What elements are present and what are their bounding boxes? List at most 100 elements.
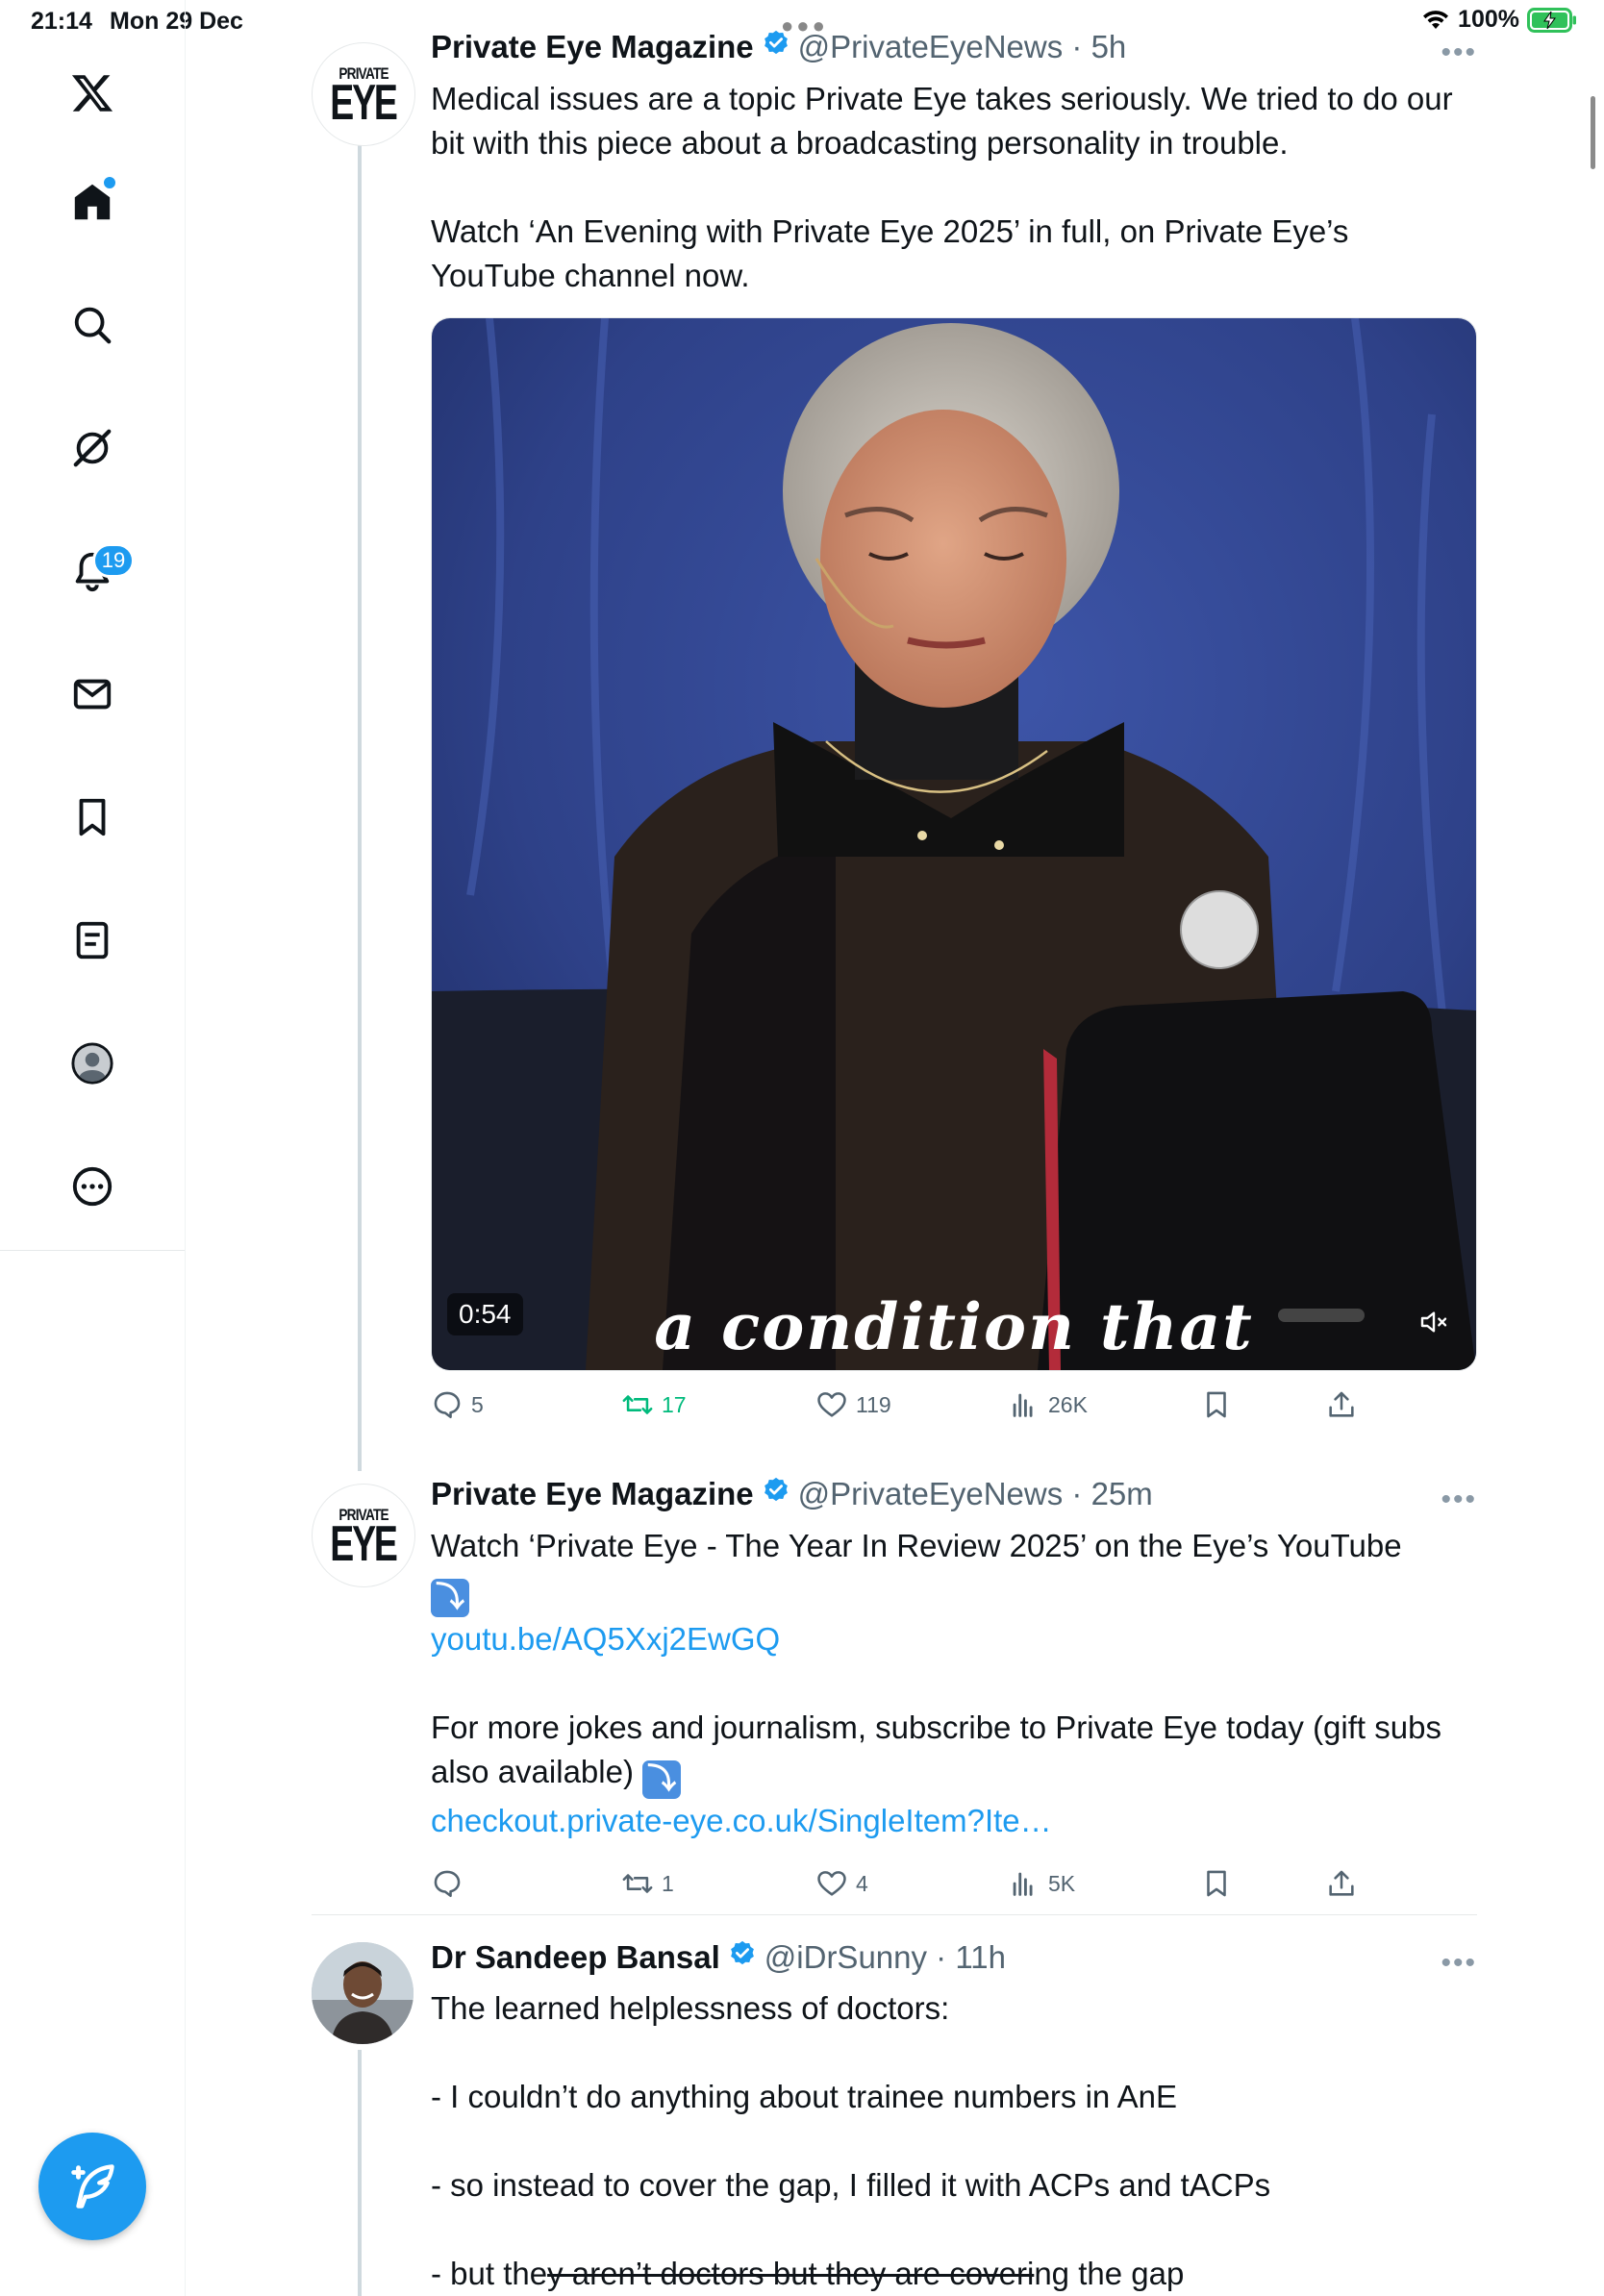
- notifications-badge: 19: [92, 543, 135, 578]
- youtube-link[interactable]: youtu.be/AQ5Xxj2EwGQ: [431, 1621, 780, 1657]
- reply-button[interactable]: 5: [431, 1388, 484, 1421]
- post-text-line: The learned helplessness of doctors:: [431, 1990, 950, 2026]
- post-text-line: For more jokes and journalism, subscribe…: [431, 1710, 1451, 1789]
- down-arrow-emoji: ⤵: [642, 1760, 682, 1799]
- repost-button[interactable]: 17: [621, 1388, 687, 1421]
- post-text-line: - but they aren’t doctors but they are c…: [431, 2256, 1184, 2291]
- author-handle[interactable]: @iDrSunny: [764, 1939, 927, 1976]
- more-options-icon[interactable]: •••: [1441, 1947, 1477, 1980]
- more-menu-icon[interactable]: [65, 1160, 119, 1213]
- post-header: Dr Sandeep Bansal @iDrSunny · 11h: [431, 1939, 1006, 1976]
- more-options-icon[interactable]: •••: [1441, 37, 1477, 69]
- author-avatar[interactable]: [312, 1942, 414, 2044]
- author-avatar[interactable]: PRIVATE EYE: [312, 42, 415, 146]
- like-button[interactable]: 4: [815, 1867, 868, 1900]
- reply-icon: [434, 1391, 461, 1419]
- like-button[interactable]: 119: [815, 1388, 891, 1421]
- repost-count: 17: [662, 1391, 687, 1417]
- views-count: 5K: [1048, 1870, 1076, 1896]
- video-frame: [432, 318, 1476, 1370]
- like-count: 4: [856, 1870, 868, 1896]
- views-button[interactable]: 5K: [1008, 1867, 1075, 1900]
- down-arrow-emoji: ⤵: [431, 1579, 469, 1617]
- status-right: 100%: [1421, 6, 1577, 34]
- post-header: Private Eye Magazine @PrivateEyeNews · 5…: [431, 29, 1126, 65]
- messages-icon[interactable]: [65, 667, 119, 721]
- battery-charging-icon: [1527, 7, 1576, 33]
- author-handle[interactable]: @PrivateEyeNews: [798, 1476, 1064, 1512]
- post-header: Private Eye Magazine @PrivateEyeNews · 2…: [431, 1476, 1153, 1512]
- scrollbar-thumb[interactable]: [1591, 96, 1595, 169]
- post-separator: [312, 1914, 1477, 1915]
- post-actions: 5 17 119 26K: [431, 1388, 1479, 1431]
- reply-icon: [434, 1870, 461, 1898]
- compose-post-button[interactable]: [38, 2133, 146, 2240]
- author-name[interactable]: Private Eye Magazine: [431, 1476, 754, 1512]
- repost-icon: [622, 1395, 653, 1414]
- search-icon[interactable]: [65, 298, 119, 352]
- post-text: The learned helplessness of doctors: - I…: [431, 1986, 1479, 2296]
- share-button[interactable]: [1325, 1867, 1358, 1900]
- bookmarks-icon[interactable]: [65, 790, 119, 844]
- verified-badge-icon: [764, 30, 788, 55]
- like-heart-icon: [817, 1392, 846, 1417]
- bookmark-icon: [1207, 1391, 1226, 1418]
- verified-badge-icon: [730, 1940, 754, 1965]
- views-button[interactable]: 26K: [1008, 1388, 1088, 1421]
- post-actions: 1 4 5K: [431, 1867, 1479, 1909]
- post-text-line: Watch ‘Private Eye - The Year In Review …: [431, 1528, 1402, 1563]
- repost-count: 1: [662, 1870, 674, 1896]
- post-time[interactable]: 11h: [955, 1939, 1006, 1976]
- author-handle[interactable]: @PrivateEyeNews: [798, 29, 1064, 65]
- repost-button[interactable]: 1: [621, 1867, 674, 1900]
- thread-line: [358, 144, 362, 1471]
- repost-icon: [622, 1874, 653, 1893]
- like-heart-icon: [817, 1871, 846, 1896]
- author-avatar[interactable]: PRIVATE EYE: [312, 1484, 415, 1587]
- share-button[interactable]: [1325, 1388, 1358, 1421]
- separator-dot: ·: [1063, 1476, 1091, 1511]
- battery-percent: 100%: [1458, 6, 1519, 33]
- post-text-fragment: - but the: [431, 2256, 548, 2291]
- compose-feather-icon: [71, 2164, 114, 2209]
- post-text-line: - so instead to cover the gap, I filled …: [431, 2167, 1271, 2203]
- lists-icon[interactable]: [65, 913, 119, 967]
- author-photo: [312, 1942, 414, 2044]
- thread-line: [358, 2050, 362, 2296]
- separator-dot: ·: [927, 1939, 956, 1975]
- muted-speaker-icon[interactable]: [1418, 1307, 1449, 1337]
- profile-avatar-icon[interactable]: [65, 1036, 119, 1090]
- grok-icon[interactable]: [65, 421, 119, 475]
- reply-button[interactable]: [431, 1867, 471, 1900]
- author-name[interactable]: Dr Sandeep Bansal: [431, 1939, 720, 1976]
- author-name[interactable]: Private Eye Magazine: [431, 29, 754, 65]
- x-logo-icon[interactable]: [65, 66, 119, 120]
- post-text: Watch ‘Private Eye - The Year In Review …: [431, 1524, 1479, 1843]
- more-options-icon[interactable]: •••: [1441, 1484, 1477, 1516]
- post-text: Medical issues are a topic Private Eye t…: [431, 81, 1462, 161]
- separator-dot: ·: [1063, 29, 1091, 64]
- checkout-link[interactable]: checkout.private-eye.co.uk/SingleItem?It…: [431, 1803, 1052, 1838]
- bookmark-button[interactable]: [1200, 1388, 1233, 1421]
- wifi-icon: [1423, 10, 1449, 29]
- verified-badge-icon: [764, 1477, 788, 1502]
- home-unread-dot: [102, 175, 117, 190]
- reply-count: 5: [471, 1391, 484, 1417]
- bookmark-button[interactable]: [1200, 1867, 1233, 1900]
- share-icon: [1329, 1870, 1354, 1896]
- video-caption: a condition that: [654, 1289, 1254, 1364]
- avatar-logo-text: EYE: [330, 74, 399, 131]
- share-icon: [1329, 1391, 1354, 1417]
- post-text-line: - I couldn’t do anything about trainee n…: [431, 2079, 1177, 2114]
- avatar-logo-text: EYE: [330, 1515, 399, 1572]
- post-text: Watch ‘An Evening with Private Eye 2025’…: [431, 213, 1357, 293]
- post-time[interactable]: 5h: [1091, 29, 1127, 65]
- video-duration: 0:54: [447, 1293, 523, 1335]
- views-chart-icon: [1013, 1872, 1033, 1896]
- video-player[interactable]: a condition that 0:54: [431, 317, 1477, 1371]
- post-text-fragment: ng the gap: [1034, 2256, 1185, 2291]
- like-count: 119: [856, 1391, 891, 1417]
- post-time[interactable]: 25m: [1091, 1476, 1153, 1512]
- bookmark-icon: [1207, 1870, 1226, 1897]
- sidebar-divider: [0, 1250, 185, 1251]
